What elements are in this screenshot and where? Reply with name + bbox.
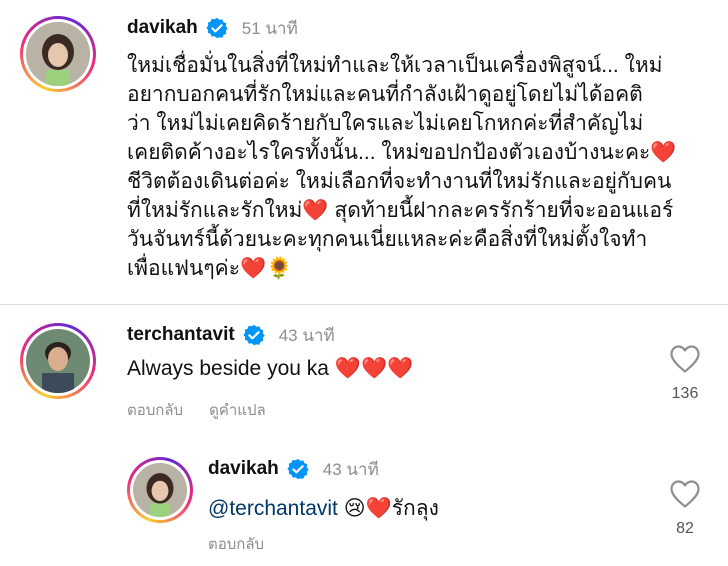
sunflower-emoji: 🌻 — [266, 257, 293, 280]
comment1-time: 43 นาที — [278, 325, 335, 345]
heart-emoji: ❤️ — [302, 199, 329, 222]
avatar-photo-icon — [26, 329, 90, 393]
comment1-avatar[interactable] — [20, 323, 96, 399]
caption-line: วันจันทร์นี้ด้วยนะคะทุกคนเนี่ยแหละค่ะคือ… — [127, 228, 648, 251]
caption-line: เคยติดค้างอะไรใครทั้งนั้น... ใหม่ขอปกป้อ… — [127, 141, 677, 164]
caption-line: ใหม่เชื่อมั่นในสิ่งที่ใหม่ทำและให้เวลาเป… — [127, 54, 663, 77]
caption-line: ชีวิตต้องเดินต่อค่ะ ใหม่เลือกที่จะทำงานท… — [127, 170, 672, 193]
verified-badge-icon — [206, 17, 228, 39]
comment2-like-count: 82 — [676, 520, 694, 537]
verified-badge-icon — [287, 458, 309, 480]
comment2-text: รักลุง — [391, 497, 439, 520]
comment2-username[interactable]: davikah — [208, 458, 279, 480]
heart-emoji: ❤️ — [240, 257, 267, 280]
post-time: 51 นาที — [241, 18, 298, 38]
caption-line: เพื่อแฟนๆค่ะ❤️🌻 — [127, 257, 293, 280]
comment1-translate-link[interactable]: ดูคำแปล — [209, 398, 266, 422]
comment2-like-heart-icon[interactable] — [669, 479, 701, 509]
comment2-reply-link[interactable]: ตอบกลับ — [208, 536, 264, 553]
caption-line: ที่ใหม่รักและรักใหม่❤️ สุดท้ายนี้ฝากละคร… — [127, 199, 674, 222]
comment2-emojis: 😢❤️ — [343, 497, 392, 520]
comment2-body: @terchantavit 😢❤️รักลุง — [208, 492, 439, 525]
comment2-time: 43 นาที — [322, 459, 379, 479]
comment1-body: Always beside you ka ❤️❤️❤️ — [127, 357, 413, 381]
caption-line: ว่า ใหม่ไม่เคยคิดร้ายกับใครและไม่เคยโกหก… — [127, 112, 644, 135]
heart-emoji: ❤️ — [650, 141, 677, 164]
comment2-avatar[interactable] — [127, 457, 193, 523]
caption-line: อยากบอกคนที่รักใหม่และคนที่กำลังเฝ้าดูอย… — [127, 83, 643, 106]
comment2-mention-link[interactable]: @terchantavit — [208, 497, 338, 520]
comment1-username[interactable]: terchantavit — [127, 324, 235, 346]
verified-badge-icon — [243, 324, 265, 346]
comment1-reply-link[interactable]: ตอบกลับ — [127, 398, 183, 422]
section-divider — [0, 304, 728, 305]
comment1-like-heart-icon[interactable] — [669, 344, 701, 374]
hearts-emoji: ❤️❤️❤️ — [334, 357, 414, 380]
avatar-photo-icon — [133, 463, 187, 517]
comment1-text: Always beside you ka — [127, 357, 329, 380]
post-avatar[interactable] — [20, 16, 96, 92]
avatar-photo-icon — [26, 22, 90, 86]
post-username[interactable]: davikah — [127, 17, 198, 39]
comment1-like-count: 136 — [671, 385, 699, 402]
post-caption: ใหม่เชื่อมั่นในสิ่งที่ใหม่ทำและให้เวลาเป… — [127, 51, 717, 283]
